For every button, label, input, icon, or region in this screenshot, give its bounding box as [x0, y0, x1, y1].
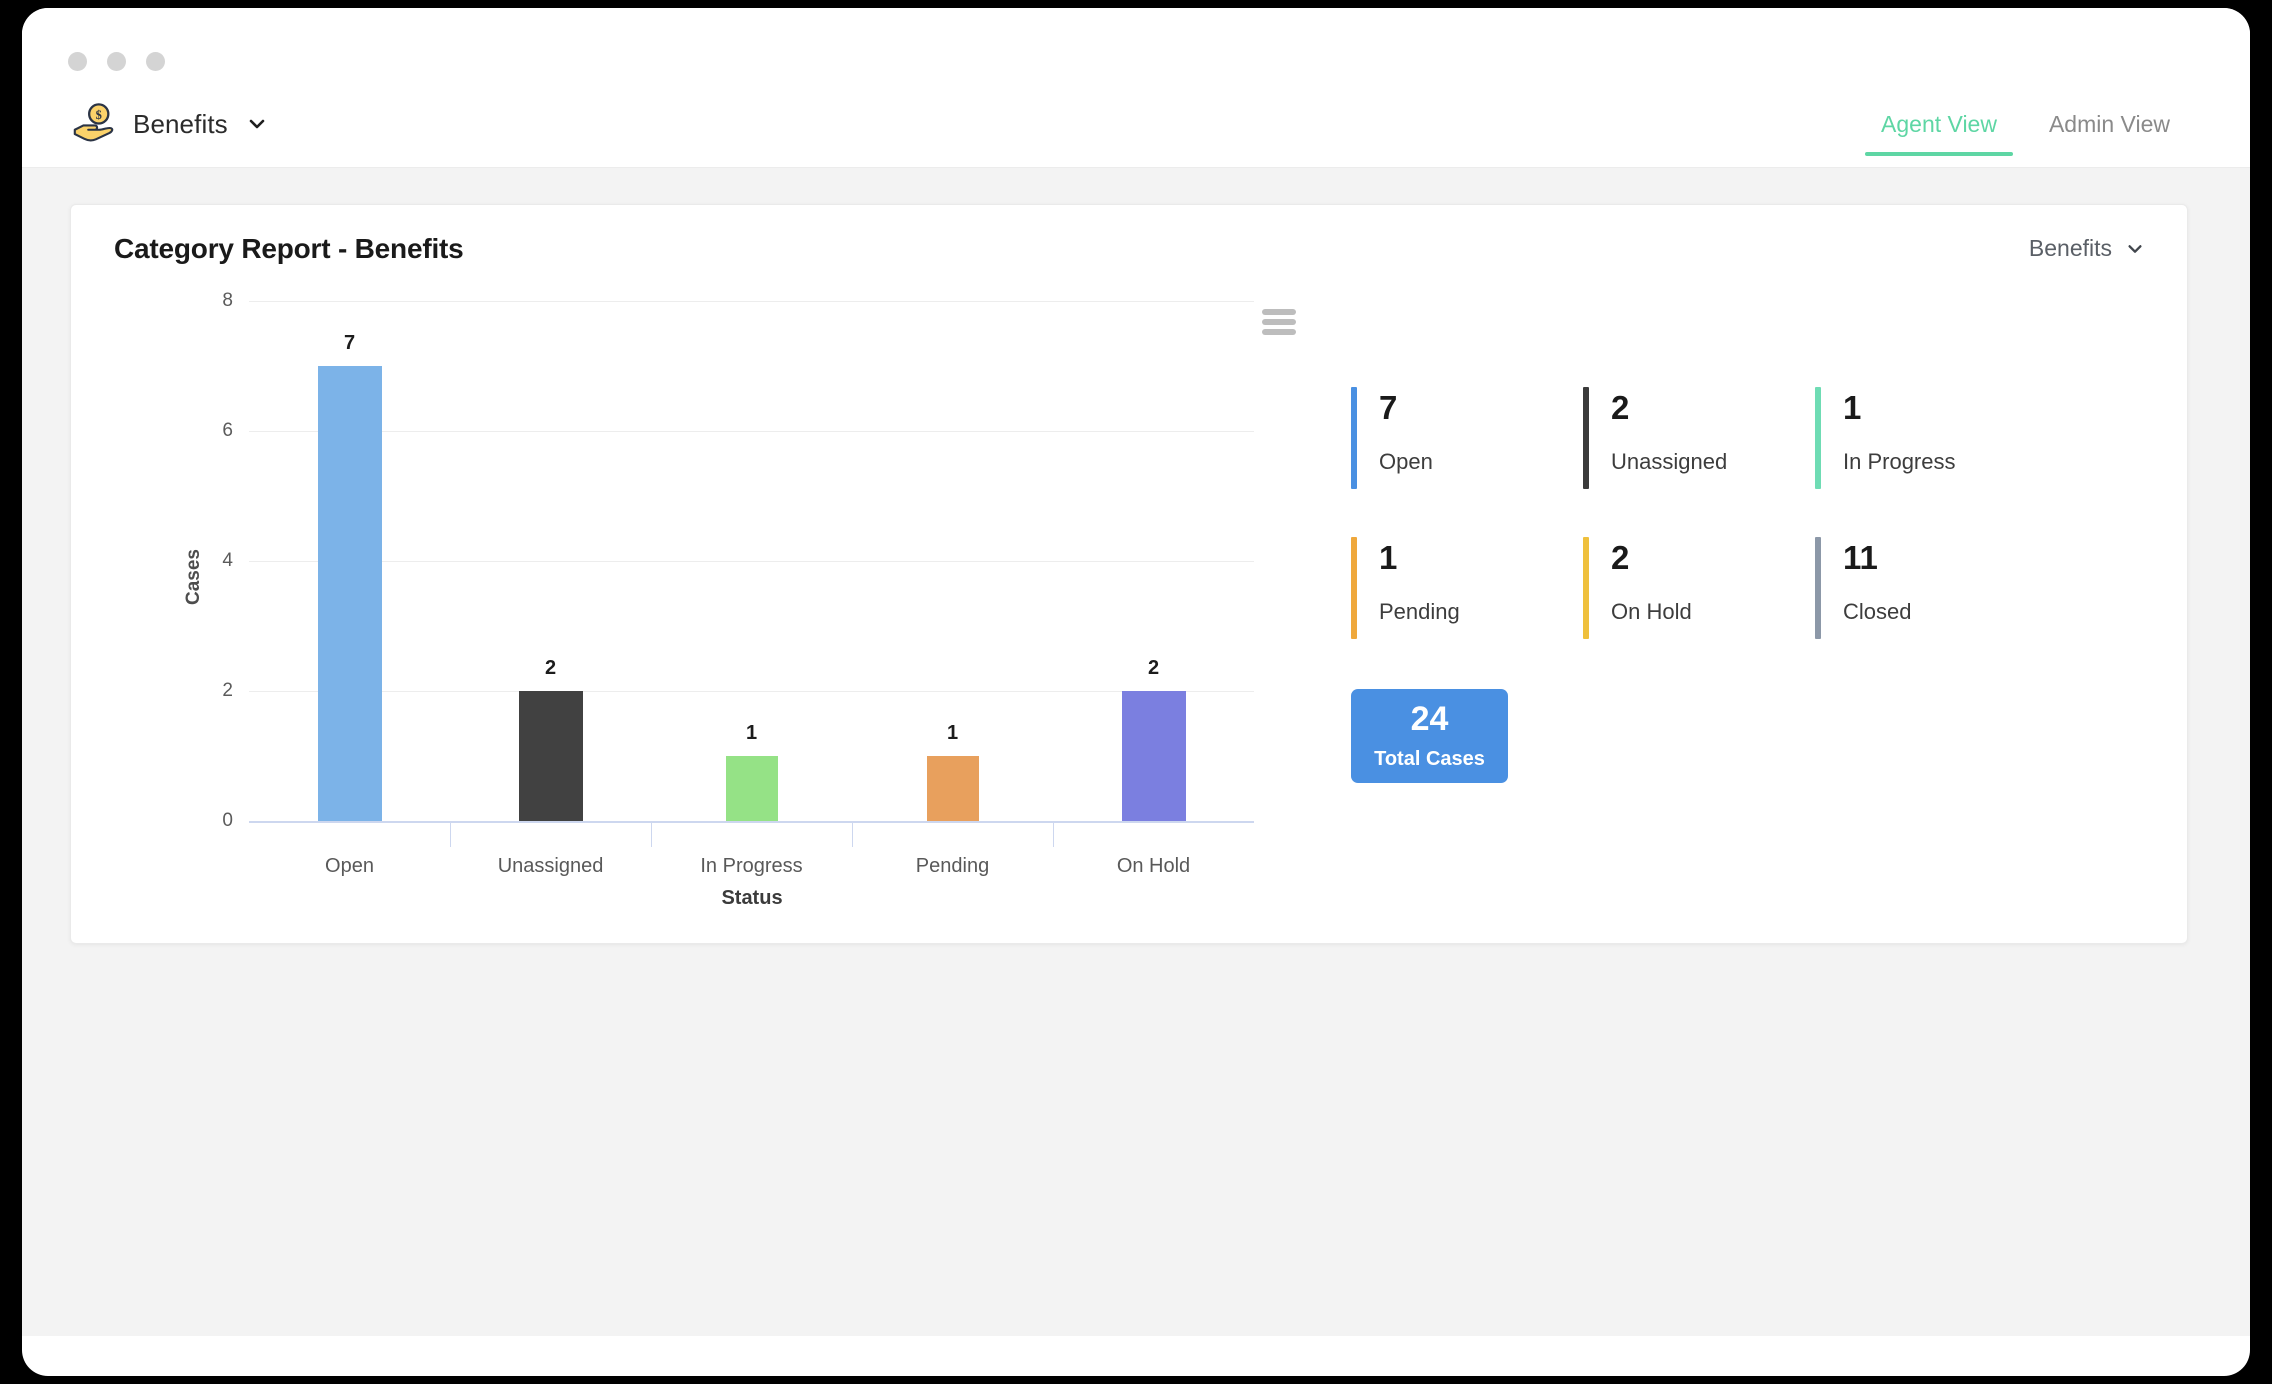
y-tick-label: 4	[222, 550, 233, 571]
svg-text:$: $	[96, 108, 102, 122]
status-stat[interactable]: 2 On Hold	[1583, 535, 1815, 641]
status-stat[interactable]: 1 In Progress	[1815, 385, 2047, 491]
status-stat[interactable]: 11 Closed	[1815, 535, 2047, 641]
x-axis-title: Status	[721, 887, 783, 909]
status-stats-grid: 7 Open 2 Unassigned 1 In Progress 1 Pending 2 On …	[1351, 385, 2151, 641]
chart-plot-area: 0 2 4 6 8 7 2 1 1 2	[222, 290, 1254, 831]
y-tick-label: 0	[222, 810, 233, 831]
tab-agent-view-label: Agent View	[1881, 110, 1997, 137]
gridline	[249, 561, 1254, 562]
brand-name-label: Benefits	[133, 108, 228, 139]
total-cases-value: 24	[1410, 699, 1449, 738]
category-filter-value: Benefits	[2028, 235, 2112, 261]
brand-selector[interactable]: $ Benefits	[70, 80, 267, 168]
x-axis-tick	[1053, 821, 1054, 847]
status-summary-panel: 7 Open 2 Unassigned 1 In Progress 1 Pending 2 On …	[1351, 385, 2151, 783]
chart-bar[interactable]: 2	[518, 657, 583, 821]
status-color-bar	[1351, 537, 1357, 639]
bar-value-label: 1	[946, 722, 959, 744]
window-close-button[interactable]	[68, 52, 87, 71]
page-title: Category Report - Benefits	[114, 233, 464, 264]
tab-admin-view-label: Admin View	[2048, 110, 2170, 137]
status-stat[interactable]: 1 Pending	[1351, 535, 1583, 641]
view-tabs: Agent View Admin View	[1855, 80, 2196, 168]
total-cases-badge[interactable]: 24 Total Cases	[1351, 689, 1508, 783]
x-axis-tick	[450, 821, 451, 847]
gridline	[249, 691, 1254, 692]
x-tick-label: In Progress	[700, 855, 803, 877]
status-stat-label: Unassigned	[1611, 449, 1728, 474]
status-stat-value: 2	[1611, 539, 1630, 576]
bar-value-label: 2	[544, 657, 557, 679]
status-bar-chart: Cases 0 2 4 6 8 7 2 1 1 2 Open Unassigned In Progre…	[71, 287, 1326, 927]
status-color-bar	[1815, 387, 1821, 489]
x-tick-label: Unassigned	[497, 855, 604, 877]
status-stat-label: Open	[1379, 449, 1433, 474]
status-color-bar	[1583, 387, 1589, 489]
status-stat-value: 11	[1843, 539, 1878, 576]
chart-bar[interactable]: 7	[317, 332, 382, 821]
chevron-down-icon	[2128, 244, 2142, 253]
x-axis-tick	[651, 821, 652, 847]
category-filter-dropdown[interactable]: Benefits	[2029, 235, 2144, 262]
bar-value-label: 2	[1147, 657, 1160, 679]
bar-value-label: 7	[343, 332, 356, 354]
status-stat-value: 1	[1843, 389, 1862, 426]
status-stat-label: On Hold	[1611, 599, 1692, 624]
status-stat[interactable]: 2 Unassigned	[1583, 385, 1815, 491]
y-tick-label: 6	[222, 420, 233, 441]
chart-bar[interactable]: 1	[725, 722, 778, 821]
x-axis-tick	[852, 821, 853, 847]
gridline	[249, 301, 1254, 302]
status-color-bar	[1351, 387, 1357, 489]
tab-agent-view[interactable]: Agent View	[1855, 80, 2023, 168]
hamburger-menu-icon[interactable]	[1262, 309, 1296, 335]
status-stat[interactable]: 7 Open	[1351, 385, 1583, 491]
bar-value-label: 1	[745, 722, 758, 744]
status-color-bar	[1815, 537, 1821, 639]
window-controls	[68, 52, 165, 71]
window-maximize-button[interactable]	[146, 52, 165, 71]
y-tick-label: 2	[222, 680, 233, 701]
x-axis-line	[249, 821, 1254, 823]
window-titlebar	[22, 8, 2250, 80]
chart-bar[interactable]: 1	[926, 722, 979, 821]
x-tick-label: Pending	[915, 855, 990, 877]
window-minimize-button[interactable]	[107, 52, 126, 71]
status-stat-label: Closed	[1843, 599, 1912, 624]
total-cases-label: Total Cases	[1374, 747, 1485, 770]
y-axis-title: Cases	[183, 549, 204, 605]
status-color-bar	[1583, 537, 1589, 639]
chevron-down-icon	[249, 119, 265, 129]
y-tick-label: 8	[222, 290, 233, 311]
status-stat-value: 7	[1379, 389, 1398, 426]
status-stat-value: 1	[1379, 539, 1398, 576]
card-header: Category Report - Benefits Benefits	[71, 205, 2187, 287]
status-stat-label: Pending	[1379, 599, 1460, 624]
chart-bar[interactable]: 2	[1121, 657, 1186, 821]
hand-holding-coin-icon: $	[73, 103, 114, 142]
browser-window: $ Benefits Agent View Admin View Categor…	[22, 8, 2250, 1376]
status-stat-label: In Progress	[1843, 449, 1956, 474]
tab-admin-view[interactable]: Admin View	[2023, 80, 2196, 168]
x-tick-label: On Hold	[1116, 855, 1191, 877]
category-report-card: Category Report - Benefits Benefits Case…	[70, 204, 2188, 944]
app-header: $ Benefits Agent View Admin View	[22, 80, 2250, 168]
gridline	[249, 431, 1254, 432]
x-tick-label: Open	[325, 855, 374, 877]
status-stat-value: 2	[1611, 389, 1630, 426]
